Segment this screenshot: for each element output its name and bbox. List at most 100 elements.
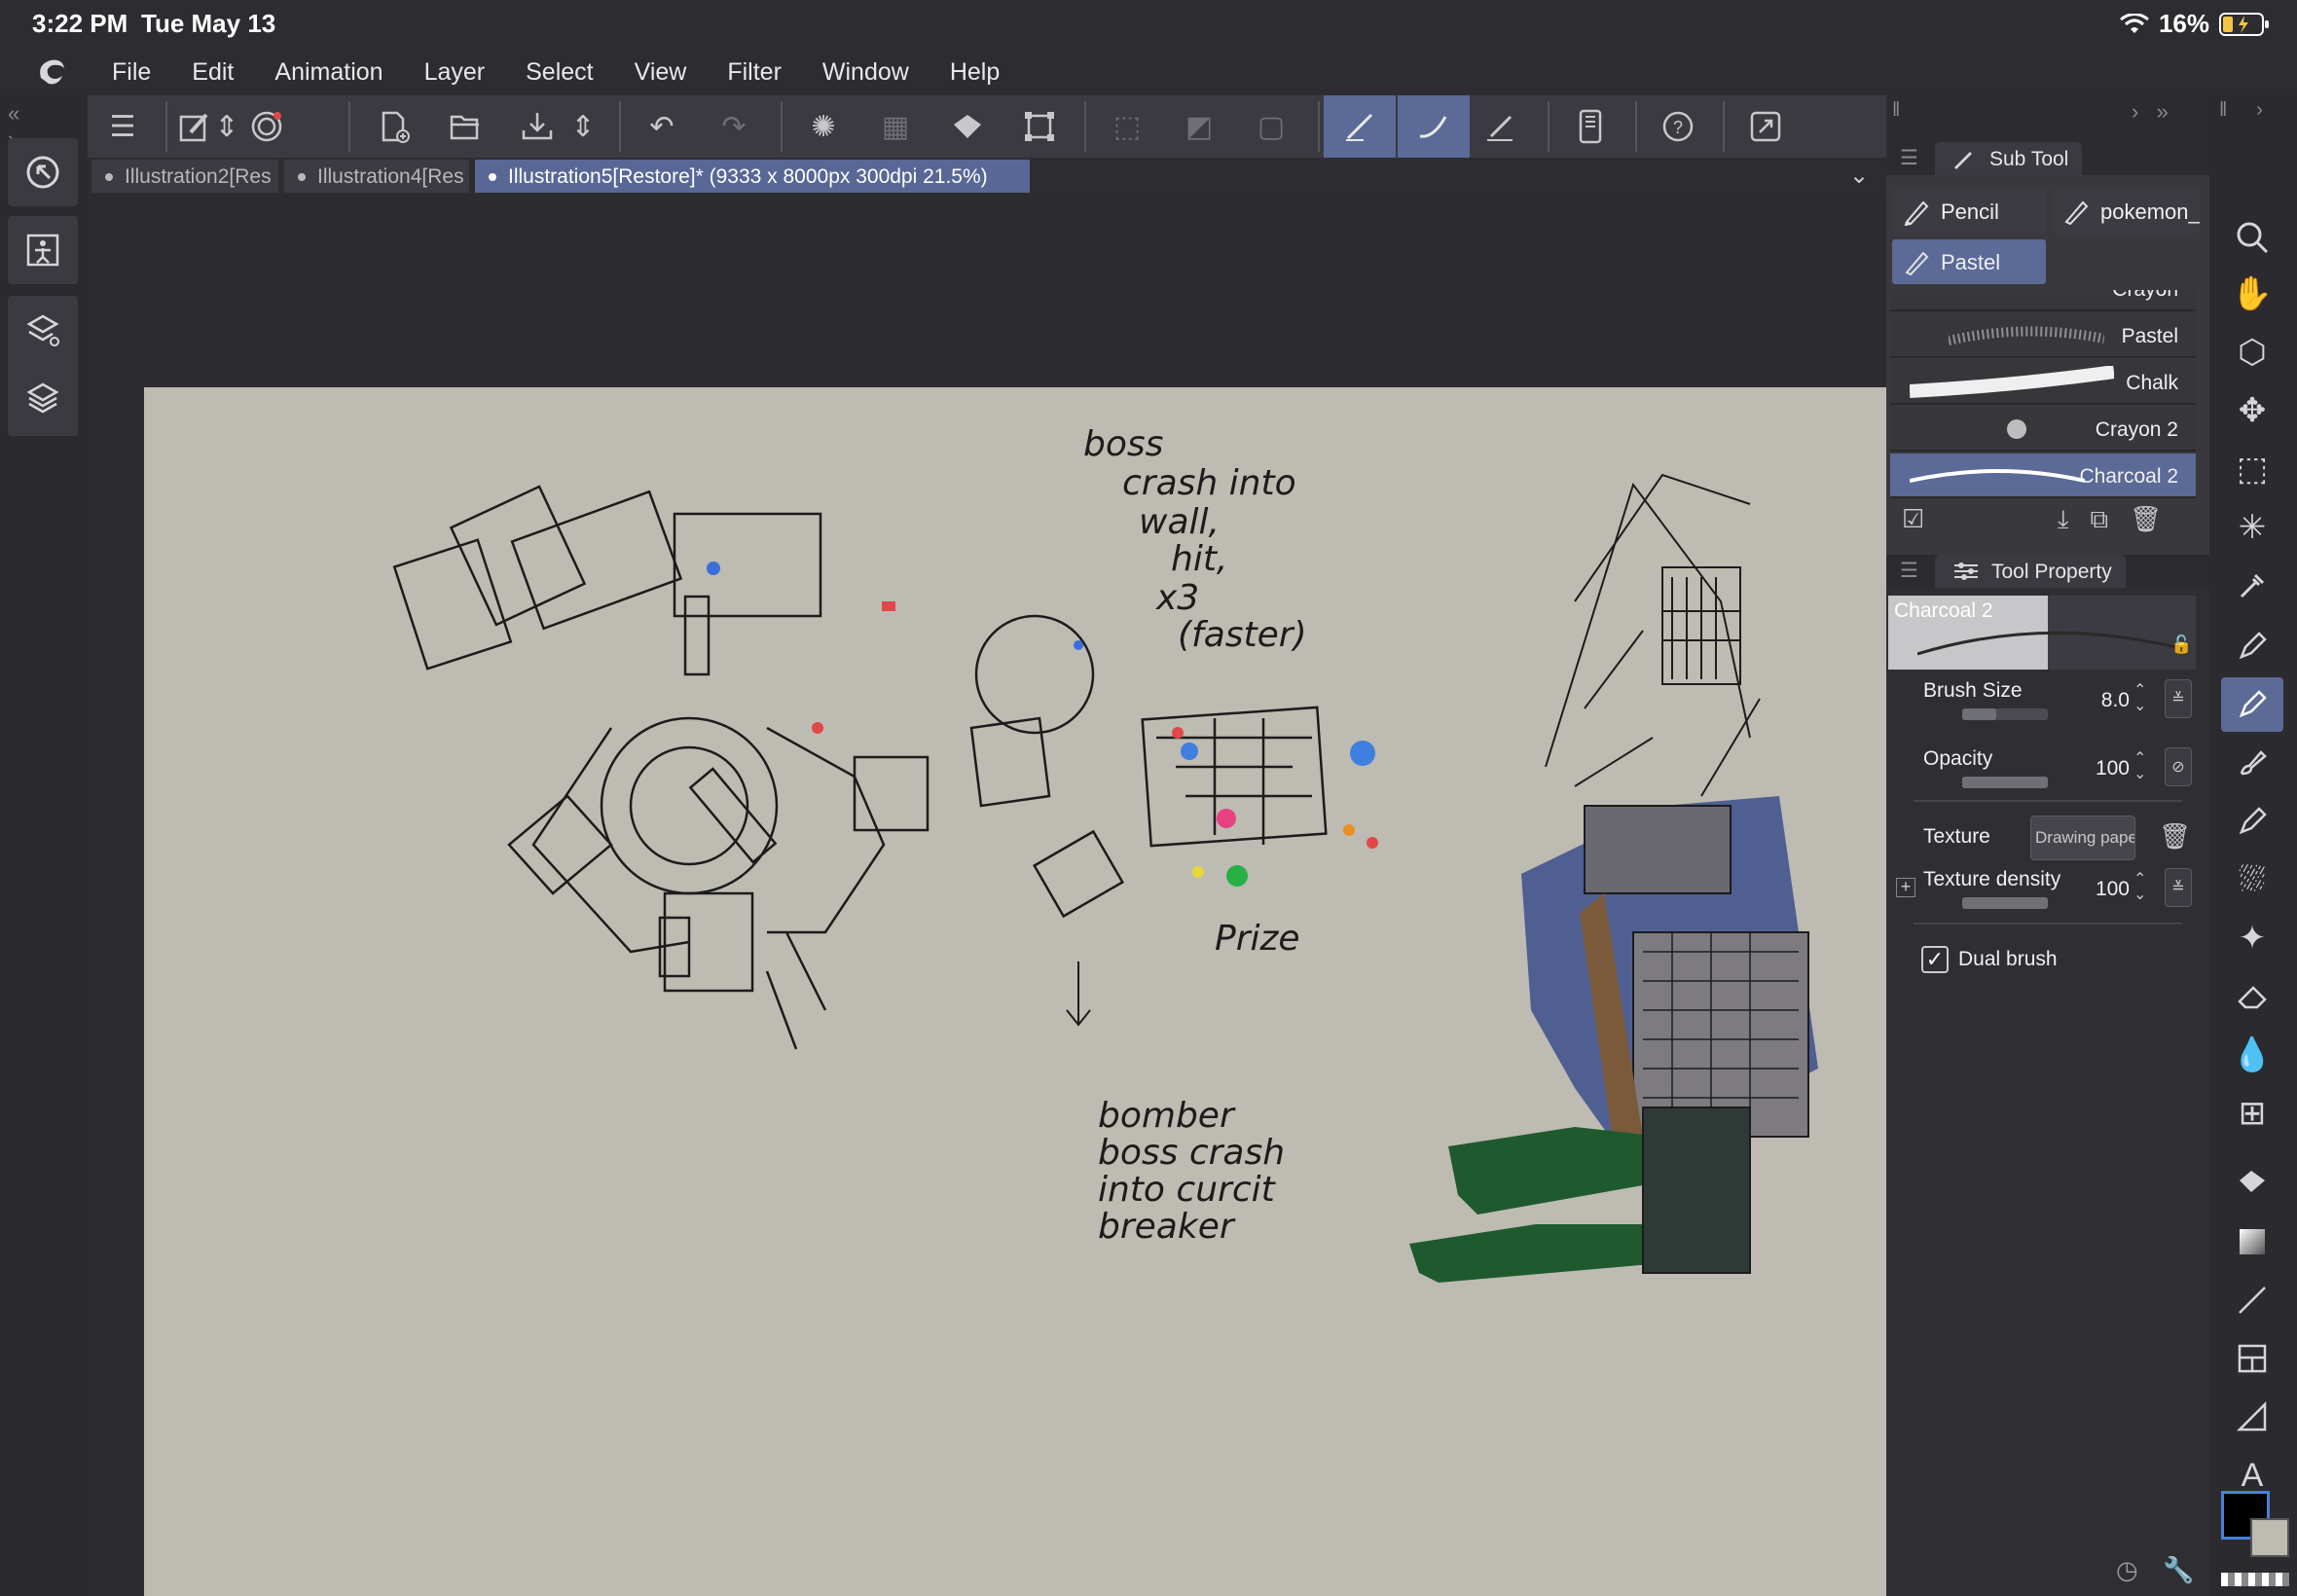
pen-pressure-icon[interactable] xyxy=(1324,95,1396,158)
duplicate-brush-icon[interactable]: ⧉ xyxy=(2091,504,2131,533)
menu-layer[interactable]: Layer xyxy=(424,58,486,87)
help-icon[interactable]: ? xyxy=(1655,103,1701,150)
menu-edit[interactable]: Edit xyxy=(192,58,234,87)
texture-density-pressure-button[interactable]: ≚ xyxy=(2165,868,2192,907)
menu-select[interactable]: Select xyxy=(526,58,593,87)
menu-window[interactable]: Window xyxy=(822,58,909,87)
decoration-tool-icon[interactable]: ⛆ xyxy=(2221,852,2283,907)
menu-filter[interactable]: Filter xyxy=(727,58,782,87)
chevron-up-down-icon[interactable]: ⇕ xyxy=(568,103,598,150)
menu-help[interactable]: Help xyxy=(950,58,1000,87)
transform-icon[interactable] xyxy=(1016,103,1063,150)
auto-select-tool-icon[interactable]: ✳ xyxy=(2221,500,2283,555)
sparkle-tool-icon[interactable]: ✦ xyxy=(2221,911,2283,965)
fullscreen-icon[interactable] xyxy=(1742,103,1789,150)
layers-icon[interactable] xyxy=(8,364,78,432)
menu-file[interactable]: File xyxy=(112,58,151,87)
panel-collapse-chevron-icon[interactable]: › » xyxy=(2132,99,2169,125)
spiral-icon[interactable] xyxy=(243,103,290,150)
toolprop-tab[interactable]: Tool Property xyxy=(1935,555,2126,588)
new-file-icon[interactable] xyxy=(370,103,417,150)
eyedropper-tool-icon[interactable] xyxy=(2221,559,2283,613)
opacity-slider[interactable] xyxy=(1962,777,2048,788)
layer-property-icon[interactable] xyxy=(8,296,78,364)
save-icon[interactable] xyxy=(514,103,561,150)
brush-size-value[interactable]: 8.0 xyxy=(2071,689,2130,712)
panel-menu-icon[interactable]: ☰ xyxy=(1900,559,1918,583)
brush-tool-icon[interactable] xyxy=(2221,736,2283,790)
tool-palette-grip-icon[interactable]: ‖› xyxy=(2219,99,2292,122)
texture-density-slider[interactable] xyxy=(1962,897,2048,909)
brush-row-crayon2[interactable]: Crayon 2 xyxy=(1890,407,2196,452)
chevron-up-down-icon[interactable]: ⇕ xyxy=(212,103,241,150)
gradient-tool-icon[interactable] xyxy=(2221,1215,2283,1269)
selection-border-icon[interactable]: ▢ xyxy=(1248,103,1294,150)
tab-illustration5[interactable]: Illustration5[Restore]* (9333 x 8000px 3… xyxy=(475,160,1030,193)
fill-bucket-icon[interactable] xyxy=(944,103,991,150)
texture-select[interactable]: Drawing pape xyxy=(2030,816,2135,860)
delete-brush-icon[interactable]: 🗑 xyxy=(2130,504,2183,533)
undo-icon[interactable]: ↶ xyxy=(638,103,685,150)
hamburger-menu-icon[interactable]: ☰ xyxy=(99,103,146,150)
ruler-pen-icon[interactable] xyxy=(1477,103,1524,150)
menu-view[interactable]: View xyxy=(635,58,687,87)
opacity-value[interactable]: 100 xyxy=(2071,757,2130,780)
hand-tool-icon[interactable]: ✋ xyxy=(2221,267,2283,321)
zoom-tool-icon[interactable] xyxy=(2221,210,2283,265)
invert-selection-icon[interactable]: ◩ xyxy=(1176,103,1222,150)
pen-settings-icon[interactable] xyxy=(171,103,218,150)
menu-animation[interactable]: Animation xyxy=(274,58,383,87)
opacity-pressure-button[interactable]: ⊘ xyxy=(2165,747,2192,786)
texture-delete-icon[interactable]: 🗑 xyxy=(2159,821,2191,852)
wrench-icon[interactable]: 🔧 xyxy=(2163,1555,2194,1585)
stabilizer-icon[interactable] xyxy=(1398,95,1470,158)
texture-density-value[interactable]: 100 xyxy=(2071,878,2130,901)
pencil-tool-icon[interactable] xyxy=(2221,677,2283,732)
3d-object-tool-icon[interactable]: ⬡ xyxy=(2221,325,2283,380)
canvas-area[interactable]: boss crash into wall, hit, x3 (faster) b… xyxy=(88,195,1886,1596)
pen-tool-icon[interactable] xyxy=(2221,619,2283,673)
companion-mode-icon[interactable] xyxy=(8,216,78,284)
move-tool-icon[interactable]: ✥ xyxy=(2221,383,2283,438)
deselect-icon[interactable]: ⬚ xyxy=(1104,103,1150,150)
quick-access-icon[interactable] xyxy=(8,138,78,206)
mesh-tool-icon[interactable]: ⊞ xyxy=(2221,1086,2283,1141)
blend-tool-icon[interactable]: 💧 xyxy=(2221,1028,2283,1082)
clear-selection-icon[interactable]: ▦ xyxy=(872,103,919,150)
brush-size-pressure-button[interactable]: ≚ xyxy=(2165,679,2192,718)
transparent-color-swatch[interactable] xyxy=(2221,1573,2289,1586)
subtool-pastel-button[interactable]: Pastel xyxy=(1892,239,2046,284)
brush-list[interactable]: Crayon Pastel Chalk Crayon 2 Charcoal 2 xyxy=(1888,290,2196,582)
import-brush-icon[interactable]: ⤓ xyxy=(2058,504,2091,533)
sub-color-swatch[interactable] xyxy=(2250,1518,2289,1557)
brush-row-pastel[interactable]: Pastel xyxy=(1890,313,2196,358)
tabs-dropdown-chevron-icon[interactable]: ⌄ xyxy=(1849,162,1869,190)
texture-density-stepper-icon[interactable]: ⌃ ⌄ xyxy=(2133,872,2146,903)
frame-tool-icon[interactable] xyxy=(2221,1331,2283,1386)
open-folder-icon[interactable] xyxy=(442,103,489,150)
dual-brush-checkbox[interactable]: ✓ xyxy=(1921,946,1949,973)
loading-spinner-icon[interactable]: ✺ xyxy=(800,103,847,150)
tab-illustration2[interactable]: Illustration2[Res xyxy=(91,160,278,193)
subtool-pencil-button[interactable]: Pencil xyxy=(1892,189,2046,234)
redo-icon[interactable]: ↷ xyxy=(711,103,757,150)
brush-row-chalk[interactable]: Chalk xyxy=(1890,360,2196,405)
panel-menu-icon[interactable]: ☰ xyxy=(1900,146,1918,170)
ruler-tool-icon[interactable] xyxy=(2221,1390,2283,1444)
subtool-tab[interactable]: Sub Tool xyxy=(1935,142,2083,175)
drawing-canvas[interactable]: boss crash into wall, hit, x3 (faster) b… xyxy=(144,387,1886,1596)
selection-tool-icon[interactable]: ⬚ xyxy=(2221,442,2283,496)
lock-icon[interactable]: 🔓 xyxy=(2170,635,2192,655)
airbrush-tool-icon[interactable] xyxy=(2221,794,2283,849)
clock-icon[interactable]: ◷ xyxy=(2116,1555,2138,1585)
brush-row-charcoal2[interactable]: Charcoal 2 xyxy=(1890,453,2196,498)
device-icon[interactable] xyxy=(1567,103,1614,150)
opacity-stepper-icon[interactable]: ⌃ ⌄ xyxy=(2133,751,2146,782)
brush-size-slider[interactable] xyxy=(1962,708,2048,720)
expand-plus-icon[interactable]: + xyxy=(1896,878,1915,897)
brush-row-crayon[interactable]: Crayon xyxy=(1890,290,2196,311)
line-tool-icon[interactable] xyxy=(2221,1273,2283,1327)
panel-grip-icon[interactable]: ‖ xyxy=(1892,99,1900,122)
eraser-tool-icon[interactable] xyxy=(2221,969,2283,1024)
app-logo-icon[interactable] xyxy=(33,53,70,90)
